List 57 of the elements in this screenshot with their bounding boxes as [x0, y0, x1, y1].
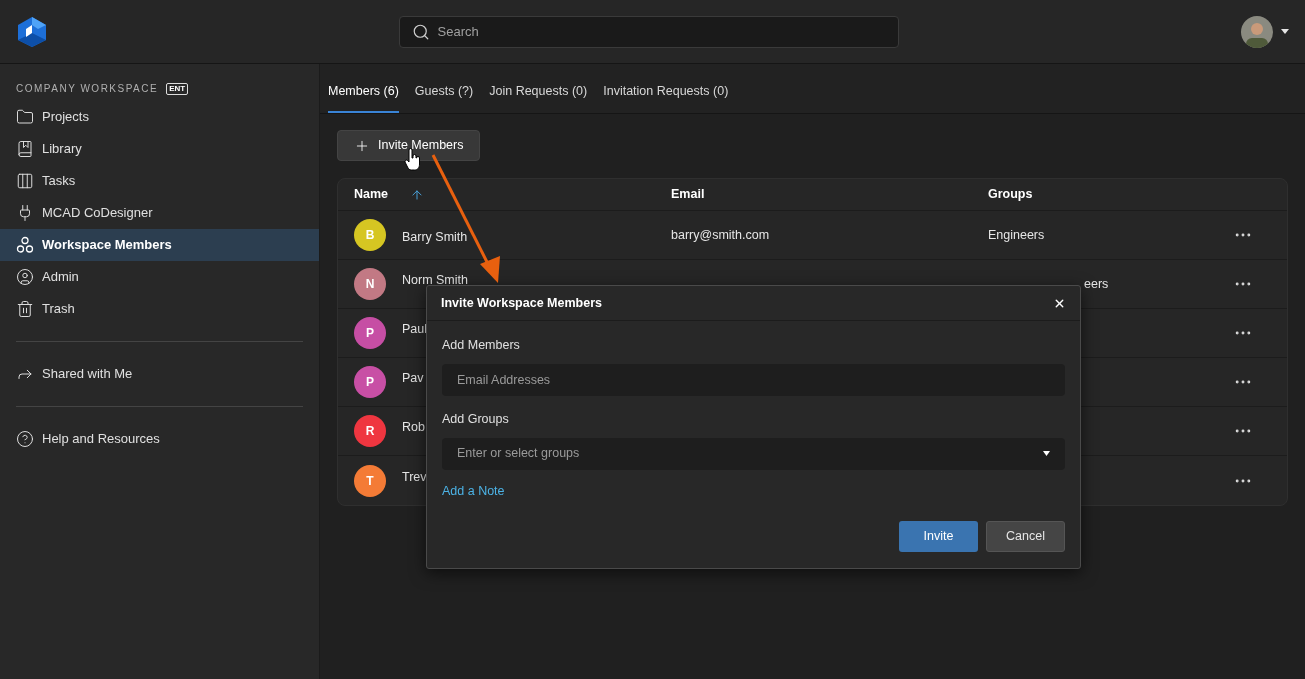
avatar: P	[354, 366, 386, 398]
sidebar-item[interactable]: Admin	[0, 261, 319, 293]
sidebar-item[interactable]: Shared with Me	[0, 358, 319, 390]
help-icon	[16, 430, 34, 448]
sidebar-item[interactable]: Help and Resources	[0, 423, 319, 455]
logo	[16, 15, 48, 48]
search-input[interactable]: Search	[437, 21, 886, 42]
trash-icon	[16, 300, 34, 318]
avatar: P	[354, 317, 386, 349]
avatar: T	[354, 464, 386, 497]
avatar: N	[354, 268, 386, 300]
avatar: B	[354, 219, 386, 251]
dropdown-caret-icon	[1043, 451, 1050, 456]
workspace-heading: COMPANY WORKSPACE	[16, 82, 159, 96]
avatar: R	[354, 415, 386, 447]
tab[interactable]: Invitation Requests (0)	[603, 82, 729, 113]
sidebar-item[interactable]: Tasks	[0, 165, 319, 197]
book-icon	[16, 140, 34, 158]
hand-cursor-icon	[404, 148, 421, 172]
caret-icon[interactable]	[1281, 29, 1289, 34]
member-name: Pav	[402, 370, 424, 387]
tab[interactable]: Join Requests (0)	[489, 82, 588, 113]
sidebar-item[interactable]: Trash	[0, 293, 319, 325]
people-icon	[16, 236, 34, 254]
member-name: Rob	[402, 419, 425, 436]
invite-members-button[interactable]: Invite Members	[337, 130, 481, 161]
column-header[interactable]: Name	[354, 185, 389, 204]
member-name: Norm Smith	[402, 272, 468, 289]
email-field[interactable]: Email Addresses	[442, 363, 1065, 396]
groups-select[interactable]: Enter or select groups	[442, 437, 1065, 470]
dialog-title: Invite Workspace Members	[441, 294, 602, 312]
tab[interactable]: Guests (?)	[414, 82, 474, 113]
table-cell: barry@smith.com	[671, 227, 770, 242]
plan-badge: ENT	[166, 82, 189, 95]
member-name: Paul	[402, 321, 428, 338]
add-note-link[interactable]: Add a Note	[442, 481, 505, 501]
sidebar-item[interactable]: Workspace Members	[0, 229, 319, 261]
sidebar-item[interactable]: Library	[0, 133, 319, 165]
field-label: Add Members	[442, 337, 521, 354]
column-header[interactable]: Groups	[988, 185, 1033, 204]
search-icon	[411, 22, 430, 41]
table-cell: eers	[1084, 276, 1109, 291]
member-name: Barry Smith	[402, 229, 468, 246]
sidebar-item[interactable]: Projects	[0, 101, 319, 133]
column-header[interactable]: Email	[671, 185, 705, 204]
columns-icon	[16, 172, 34, 190]
search-field[interactable]: Search	[398, 15, 899, 48]
tab[interactable]: Members (6)	[328, 82, 399, 113]
user-avatar[interactable]	[1241, 15, 1273, 48]
user-circle-icon	[16, 268, 34, 286]
field-label: Add Groups	[442, 410, 510, 428]
invite-button[interactable]: Invite	[899, 521, 978, 552]
table-cell: Engineers	[988, 227, 1045, 242]
member-name: Trev	[402, 468, 427, 486]
folder-icon	[16, 108, 34, 126]
cancel-button[interactable]: Cancel	[986, 521, 1065, 552]
sidebar-item[interactable]: MCAD CoDesigner	[0, 197, 319, 229]
